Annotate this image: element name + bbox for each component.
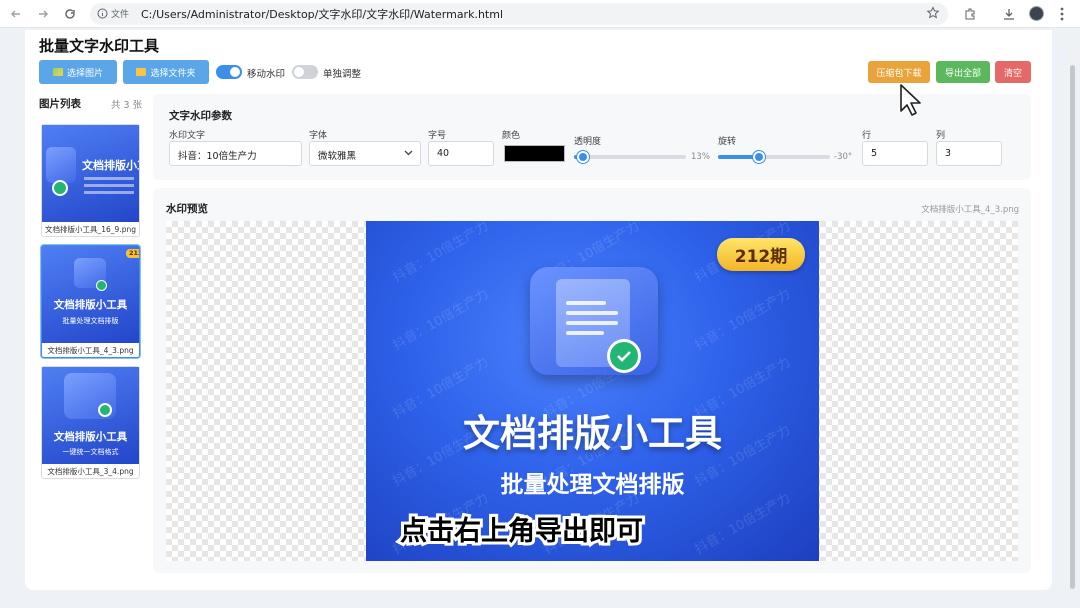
rotation-slider[interactable] (718, 151, 830, 163)
color-label: 颜色 (502, 131, 521, 141)
preview-image[interactable]: 抖音：10倍生产力 抖音：10倍生产力 抖音：10倍生产力 抖音：10倍生产力 抖音：1… (366, 221, 819, 561)
preview-canvas[interactable]: 抖音：10倍生产力 抖音：10倍生产力 抖音：10倍生产力 抖音：10倍生产力 抖音：1… (166, 221, 1018, 561)
thumbnail-image: 文档排版小工具 一键统一文档格式 (42, 367, 139, 464)
clear-button[interactable]: 清空 (995, 61, 1031, 83)
profile-avatar[interactable] (1029, 6, 1044, 21)
app-title: 批量文字水印工具 (39, 37, 160, 55)
select-images-button[interactable]: 选择图片 (39, 60, 117, 84)
info-icon[interactable] (97, 8, 108, 19)
download-icon[interactable] (999, 4, 1019, 24)
watermark-text-input[interactable]: 抖音：10倍生产力 (169, 141, 302, 166)
security-label: 文件 (111, 10, 130, 20)
watermark-text: 抖音：10倍生产力 (390, 221, 492, 286)
overlay-caption: 点击右上角导出即可 (397, 513, 646, 550)
move-watermark-toggle[interactable] (216, 65, 242, 79)
cols-label: 列 (936, 131, 946, 141)
back-icon[interactable] (6, 4, 26, 24)
url-text[interactable]: C:/Users/Administrator/Desktop/文字水印/文字水印… (141, 6, 503, 22)
image-count: 共 3 张 (111, 100, 143, 111)
address-bar[interactable]: 文件 C:/Users/Administrator/Desktop/文字水印/文… (90, 3, 948, 25)
move-watermark-label: 移动水印 (247, 69, 286, 80)
single-adjust-label: 单独调整 (323, 69, 362, 80)
font-label: 字体 (309, 131, 328, 141)
image-subtitle: 批量处理文档排版 (500, 472, 685, 498)
image-list-item[interactable]: 文档排版小工具 一键统一文档格式 文档排版小工具_3_4.png (41, 366, 140, 479)
font-size-input[interactable]: 40 (428, 141, 494, 166)
scrollbar-thumb[interactable] (1070, 65, 1075, 589)
font-select[interactable]: 微软雅黑 (309, 141, 421, 166)
watermark-text: 抖音：10倍生产力 (390, 286, 492, 354)
extensions-icon[interactable] (960, 4, 980, 24)
preview-filename: 文档排版小工具_4_3.png (921, 205, 1019, 215)
sidebar-title: 图片列表 (39, 98, 81, 110)
check-icon (607, 339, 641, 373)
folder-icon (136, 68, 147, 76)
mouse-cursor-icon (899, 83, 923, 117)
rotation-label: 旋转 (718, 137, 737, 147)
opacity-label: 透明度 (574, 137, 602, 147)
watermark-text: 抖音：10倍生产力 (692, 286, 794, 354)
thumbnail-image: 212 文档排版小工具 批量处理文档排版 (42, 246, 139, 343)
image-icon (52, 68, 63, 76)
reload-icon[interactable] (60, 4, 80, 24)
color-picker[interactable] (504, 145, 565, 162)
app-container: 批量文字水印工具 选择图片 选择文件夹 移动水印 单独调整 压缩包下载 导出全部… (25, 30, 1052, 590)
export-all-button[interactable]: 导出全部 (936, 61, 990, 83)
size-label: 字号 (428, 131, 447, 141)
thumbnail-filename: 文档排版小工具_3_4.png (47, 467, 134, 476)
zip-download-button[interactable]: 压缩包下载 (868, 61, 930, 83)
preview-title: 水印预览 (166, 203, 208, 215)
rotation-value: -30° (834, 152, 853, 162)
image-list-item[interactable]: 文档排版小工 文档排版小工具_16_9.png (41, 124, 140, 237)
bookmark-star-icon[interactable] (926, 6, 940, 20)
opacity-value: 13% (691, 152, 710, 162)
forward-icon[interactable] (33, 4, 53, 24)
image-title: 文档排版小工具 (463, 412, 722, 455)
image-list-item-active[interactable]: 212 文档排版小工具 批量处理文档排版 文档排版小工具_4_3.png (41, 245, 140, 358)
opacity-slider[interactable] (574, 151, 686, 163)
rows-label: 行 (862, 131, 872, 141)
text-label: 水印文字 (169, 131, 206, 141)
watermark-preview-panel: 水印预览 文档排版小工具_4_3.png 抖音：10倍生产力 抖音：10倍生产力抖… (153, 188, 1031, 573)
cols-input[interactable]: 3 (936, 141, 1002, 166)
single-adjust-toggle[interactable] (292, 65, 318, 79)
thumbnail-filename: 文档排版小工具_4_3.png (47, 346, 134, 355)
document-icon (530, 267, 658, 375)
issue-badge: 212期 (717, 238, 805, 271)
rows-input[interactable]: 5 (862, 141, 928, 166)
chevron-down-icon (404, 150, 413, 156)
select-folder-button[interactable]: 选择文件夹 (123, 60, 209, 84)
params-title: 文字水印参数 (169, 110, 232, 122)
menu-dots-icon[interactable] (1052, 4, 1072, 24)
thumbnail-filename: 文档排版小工具_16_9.png (45, 225, 136, 234)
thumbnail-image: 文档排版小工 (42, 125, 139, 222)
browser-toolbar: 文件 C:/Users/Administrator/Desktop/文字水印/文… (0, 0, 1080, 28)
